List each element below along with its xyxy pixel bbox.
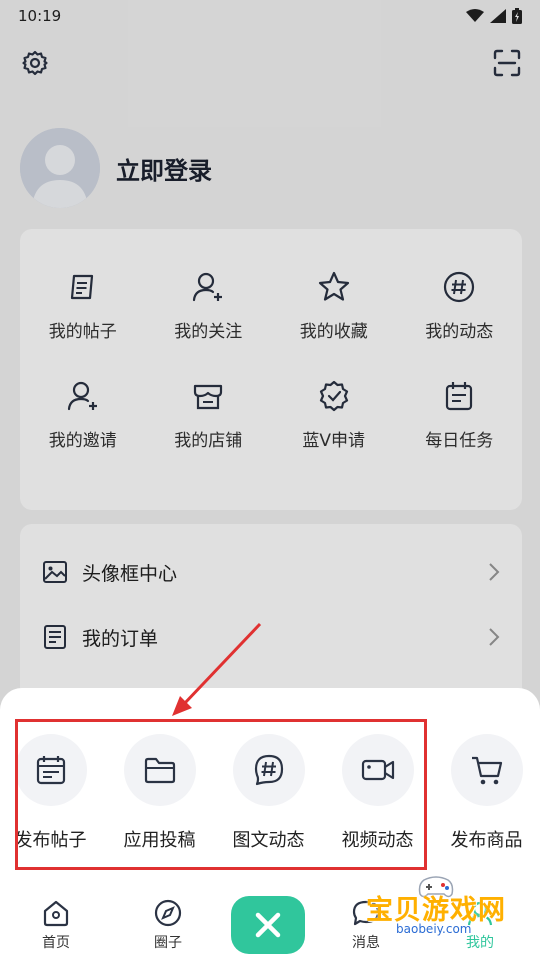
action-label: 发布商品	[450, 830, 523, 851]
watermark-url: baobeiy.com	[396, 922, 472, 936]
tab-home[interactable]: 首页	[16, 898, 96, 952]
action-publish-product[interactable]: 发布商品	[432, 734, 540, 852]
close-icon	[255, 912, 281, 938]
watermark: 宝贝游戏网 baobeiy.com	[336, 872, 536, 960]
close-publish-button[interactable]	[231, 896, 305, 954]
tab-label: 首页	[42, 935, 70, 951]
compass-icon	[154, 899, 182, 927]
highlight-box	[15, 719, 427, 870]
action-circle	[450, 734, 523, 806]
cart-icon	[471, 756, 502, 785]
home-icon	[43, 900, 69, 927]
tab-circles[interactable]: 圈子	[128, 898, 208, 952]
tab-label: 圈子	[154, 935, 182, 951]
